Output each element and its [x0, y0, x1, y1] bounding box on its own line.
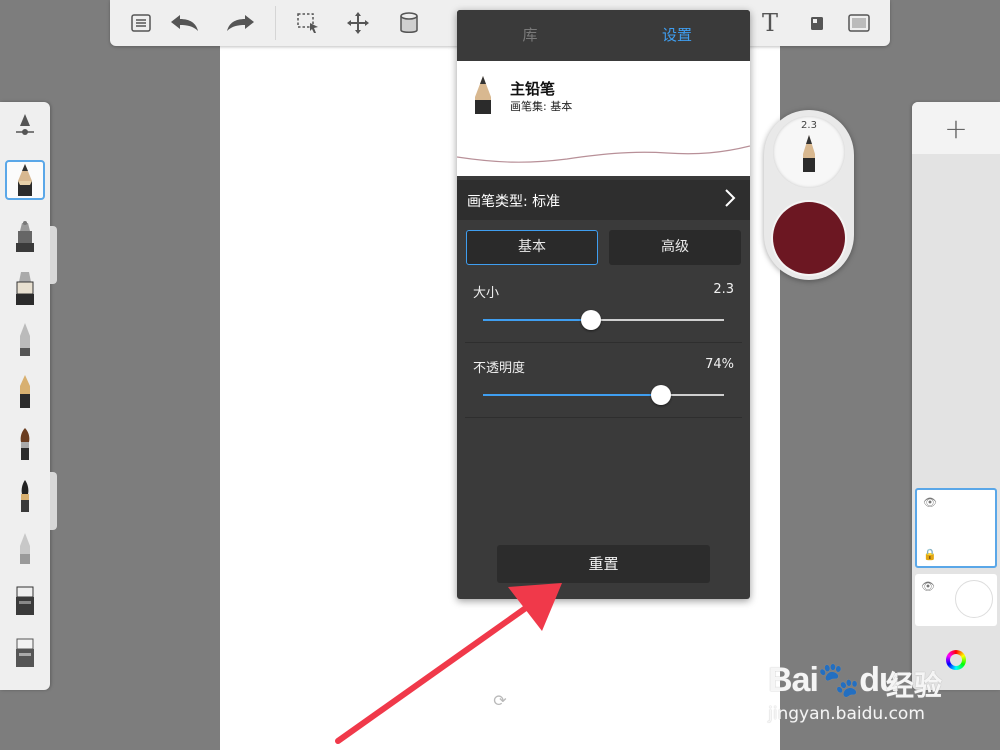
- size-slider-fill: [483, 319, 592, 321]
- watermark-logo: Bai🐾du: [768, 661, 900, 699]
- opacity-label: 不透明度: [473, 361, 526, 376]
- brush-info-card: 主铅笔 画笔集: 基本: [457, 61, 750, 176]
- layer-thumbnail-active[interactable]: 👁 🔒: [915, 488, 997, 568]
- paintbrush-icon[interactable]: [5, 424, 45, 464]
- fountain-pen-icon[interactable]: [5, 372, 45, 412]
- stamp-icon[interactable]: [802, 8, 832, 38]
- eye-icon[interactable]: 👁: [923, 496, 937, 509]
- basic-settings-button[interactable]: 基本: [466, 230, 598, 265]
- brush-properties-icon[interactable]: [5, 108, 45, 142]
- tab-settings[interactable]: 设置: [604, 10, 750, 61]
- opacity-slider[interactable]: [483, 385, 724, 405]
- panel-tab-bar: 库 设置: [457, 10, 750, 61]
- brush-type-row[interactable]: 画笔类型: 标准: [457, 180, 750, 220]
- transform-icon[interactable]: [343, 8, 373, 38]
- stroke-preview: [457, 145, 750, 163]
- lock-icon[interactable]: 🔒: [923, 548, 937, 561]
- pen-icon[interactable]: [5, 320, 45, 360]
- layer-thumbnail-background[interactable]: 👁: [915, 574, 997, 626]
- advanced-settings-button[interactable]: 高级: [609, 230, 741, 265]
- calligraphy-brush-icon[interactable]: [5, 476, 45, 516]
- airbrush-icon[interactable]: [5, 216, 45, 256]
- selection-icon[interactable]: [293, 8, 323, 38]
- pencil-icon: [475, 76, 491, 114]
- layers-list-icon[interactable]: [126, 8, 156, 38]
- chevron-right-icon: [724, 188, 736, 213]
- size-label: 大小: [473, 286, 500, 301]
- size-slider[interactable]: [483, 310, 724, 330]
- add-layer-button[interactable]: +: [912, 102, 1000, 154]
- watermark-url: jingyan.baidu.com: [768, 704, 925, 724]
- annotation-arrow: [335, 583, 562, 744]
- pencil-icon: [803, 135, 815, 172]
- soft-eraser-icon[interactable]: [5, 632, 45, 672]
- opacity-slider-fill: [483, 394, 662, 396]
- puck-size-value: 2.3: [801, 120, 817, 131]
- watermark: Bai🐾du 经验 jingyan.baidu.com: [768, 640, 988, 735]
- size-slider-thumb[interactable]: [581, 310, 602, 330]
- undo-icon[interactable]: [170, 8, 200, 38]
- marker-icon[interactable]: [5, 268, 45, 308]
- tab-library[interactable]: 库: [457, 10, 603, 61]
- brush-set: 画笔集: 基本: [510, 100, 573, 113]
- brush-color-puck[interactable]: [773, 202, 845, 274]
- background-color-swatch[interactable]: [955, 580, 993, 618]
- eye-icon[interactable]: 👁: [921, 580, 935, 593]
- watermark-cn: 经验: [886, 669, 943, 702]
- layer-rail: + 👁 🔒 👁: [912, 102, 1000, 690]
- opacity-value: 74%: [705, 357, 734, 372]
- fullscreen-icon[interactable]: [844, 8, 874, 38]
- blender-icon[interactable]: [5, 528, 45, 568]
- brush-type-label: 画笔类型: 标准: [467, 194, 561, 210]
- size-value: 2.3: [713, 282, 734, 297]
- brush-rail-handle-lower[interactable]: [50, 472, 57, 530]
- pencil-icon[interactable]: [5, 160, 45, 200]
- brush-puck: 2.3: [764, 110, 854, 280]
- brush-rail: [0, 102, 50, 690]
- brush-size-puck[interactable]: 2.3: [773, 116, 845, 188]
- eraser-icon[interactable]: [5, 580, 45, 620]
- opacity-slider-thumb[interactable]: [651, 385, 672, 405]
- redo-icon[interactable]: [225, 8, 255, 38]
- brush-settings-panel: 库 设置 主铅笔 画笔集: 基本 画笔类型: 标准 基本 高级 大小 2.3 不…: [457, 10, 750, 599]
- brush-name: 主铅笔: [510, 80, 556, 98]
- fill-bucket-icon[interactable]: [394, 8, 424, 38]
- brush-rail-handle-upper[interactable]: [50, 226, 57, 284]
- text-icon[interactable]: T: [755, 8, 785, 38]
